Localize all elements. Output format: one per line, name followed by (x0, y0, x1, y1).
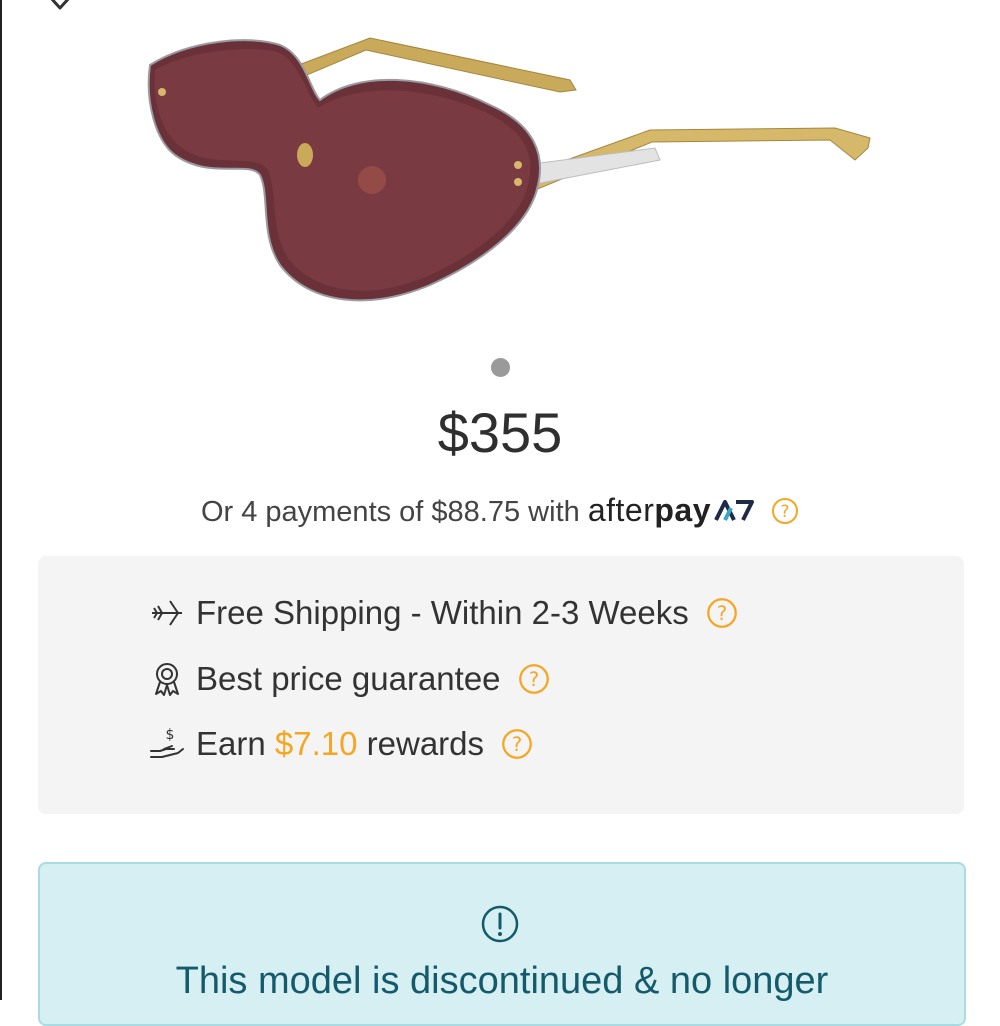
question-circle-icon[interactable]: ? (518, 663, 550, 695)
svg-text:$: $ (166, 727, 175, 743)
exclamation-circle-icon (481, 905, 519, 943)
notice-text: This model is discontinued & no longer (175, 960, 829, 1002)
question-circle-icon[interactable]: ? (771, 497, 799, 525)
afterpay-logo: afterpay (588, 492, 755, 528)
perk-text: Earn (196, 725, 266, 762)
perk-rewards: $ Earn $7.10 rewards ? (148, 719, 533, 769)
product-price: $355 (437, 401, 563, 464)
discontinued-notice: This model is discontinued & no longer (38, 862, 966, 1026)
perk-text: Free Shipping - Within 2-3 Weeks (196, 594, 689, 631)
question-circle-icon[interactable]: ? (706, 597, 738, 629)
rewards-amount: $7.10 (274, 725, 358, 762)
svg-text:?: ? (529, 668, 539, 691)
afterpay-arrows-icon (714, 500, 754, 521)
award-ribbon-icon (155, 663, 179, 696)
perk-best-price: Best price guarantee ? (148, 654, 550, 704)
question-circle-icon[interactable]: ? (501, 728, 533, 760)
perk-free-shipping: Free Shipping - Within 2-3 Weeks ? (148, 588, 738, 638)
afterpay-row: Or 4 payments of $88.75 with afterpay ? (0, 490, 1000, 532)
perk-text: Best price guarantee (196, 660, 501, 697)
svg-text:?: ? (781, 502, 790, 522)
product-image[interactable] (130, 30, 890, 330)
perk-text: rewards (366, 725, 485, 762)
carousel-dot[interactable] (491, 358, 510, 377)
hand-dollar-icon: $ (150, 727, 184, 758)
svg-text:?: ? (717, 602, 727, 625)
afterpay-text: Or 4 payments of $88.75 with (200, 496, 580, 528)
afterpay-logo-light: after (587, 492, 655, 528)
heart-icon[interactable] (36, 0, 84, 20)
plane-icon (152, 600, 182, 626)
afterpay-logo-bold: pay (654, 492, 711, 528)
svg-text:?: ? (512, 733, 522, 756)
